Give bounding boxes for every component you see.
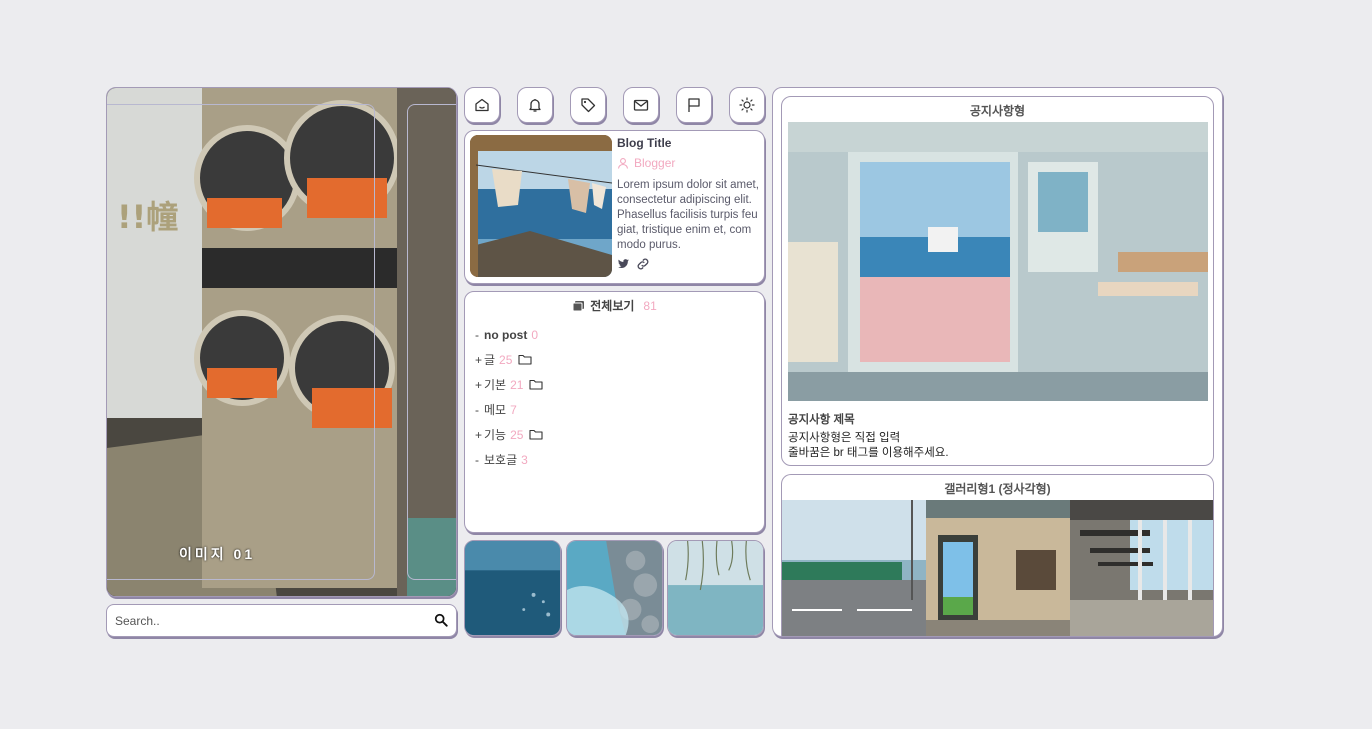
link-icon[interactable]: [636, 258, 650, 270]
profile-card: Blog Title Blogger Lorem ipsum dolor sit…: [464, 130, 765, 284]
gallery-image-3[interactable]: [1070, 500, 1214, 637]
category-prefix: +: [475, 377, 483, 392]
notice-line-2: 줄바꿈은 br 태그를 이용해주세요.: [788, 447, 949, 459]
category-item-memo[interactable]: - 메모 7: [475, 397, 764, 422]
category-name: 보호글: [484, 453, 518, 467]
folder-icon[interactable]: [518, 354, 532, 365]
category-item-feature[interactable]: + 기능 25: [475, 422, 764, 447]
gallery-image-1[interactable]: [782, 500, 926, 637]
search-icon[interactable]: [434, 613, 448, 627]
flag-button[interactable]: [676, 87, 712, 123]
category-all-label: 전체보기: [590, 299, 635, 313]
category-item-basic[interactable]: + 기본 21: [475, 372, 764, 397]
hero-image-card[interactable]: !!幢 이미지 01: [106, 87, 457, 597]
category-count: 21: [510, 377, 524, 392]
profile-photo: [470, 135, 612, 277]
search-input[interactable]: [115, 611, 425, 631]
hero-frame-right: [407, 104, 456, 580]
search-bar: [106, 604, 457, 637]
notification-button[interactable]: [517, 87, 553, 123]
category-all[interactable]: 전체보기 81: [465, 297, 764, 314]
category-count: 25: [510, 427, 524, 442]
hero-frame-left: [107, 104, 375, 580]
bell-icon: [529, 99, 541, 112]
home-icon: [475, 98, 489, 112]
category-count: 7: [510, 402, 517, 417]
stack-icon: [572, 300, 585, 311]
mail-icon: [633, 99, 649, 111]
hero-caption: 이미지 01: [179, 546, 256, 562]
gallery-section-title: 갤러리형1 (정사각형): [944, 482, 1051, 496]
user-icon: [617, 158, 629, 169]
thumbnail-willow[interactable]: [667, 540, 764, 636]
category-prefix: +: [475, 352, 483, 367]
thumbnail-rocks[interactable]: [566, 540, 663, 636]
category-prefix: -: [475, 327, 479, 342]
notice-section: 공지사항형 공지사항 제목 공지사항형은 직접 입력 줄바꿈은 br 태그를 이…: [781, 96, 1214, 466]
gallery-section: 갤러리형1 (정사각형): [781, 474, 1214, 637]
category-count: 3: [521, 452, 528, 467]
thumbnail-sea-1[interactable]: [464, 540, 561, 636]
category-list: - no post 0 + 글 25 + 기본 21 - 메모 7 + 기능 2…: [475, 322, 764, 472]
social-links: [617, 258, 759, 270]
category-prefix: +: [475, 427, 483, 442]
notice-image[interactable]: [788, 122, 1208, 401]
folder-icon[interactable]: [529, 429, 544, 440]
tag-button[interactable]: [570, 87, 606, 123]
theme-toggle-button[interactable]: [729, 87, 765, 123]
tag-icon: [581, 98, 596, 113]
category-all-count: 81: [643, 298, 657, 313]
category-item-geul[interactable]: + 글 25: [475, 347, 764, 372]
blogger-name: Blogger: [617, 156, 759, 170]
category-name: 기능: [484, 428, 507, 442]
right-panel: 공지사항형 공지사항 제목 공지사항형은 직접 입력 줄바꿈은 br 태그를 이…: [772, 87, 1223, 637]
folder-icon[interactable]: [529, 379, 544, 390]
sun-icon: [739, 97, 755, 113]
blog-title[interactable]: Blog Title: [617, 136, 759, 150]
gallery-image-2[interactable]: [926, 500, 1070, 637]
twitter-icon[interactable]: [617, 258, 630, 270]
blog-description: Lorem ipsum dolor sit amet, consectetur …: [617, 179, 759, 251]
home-button[interactable]: [464, 87, 500, 123]
category-item-no-post[interactable]: - no post 0: [475, 322, 764, 347]
category-count: 0: [531, 327, 539, 342]
category-prefix: -: [475, 452, 479, 467]
category-name: 기본: [484, 378, 507, 392]
category-item-protected[interactable]: - 보호글 3: [475, 447, 764, 472]
notice-body: 공지사항형은 직접 입력 줄바꿈은 br 태그를 이용해주세요.: [788, 431, 949, 461]
guestbook-button[interactable]: [623, 87, 659, 123]
notice-title[interactable]: 공지사항 제목: [788, 411, 855, 427]
category-name: 메모: [484, 403, 507, 417]
category-card: 전체보기 81 - no post 0 + 글 25 + 기본 21 - 메모 7…: [464, 291, 765, 533]
flag-icon: [688, 98, 700, 112]
category-name: no post: [484, 327, 528, 342]
category-name: 글: [484, 353, 496, 367]
category-prefix: -: [475, 402, 479, 417]
blogger-label: Blogger: [634, 156, 676, 170]
notice-line-1: 공지사항형은 직접 입력: [788, 432, 901, 444]
notice-section-title: 공지사항형: [969, 104, 1026, 118]
category-count: 25: [499, 352, 513, 367]
